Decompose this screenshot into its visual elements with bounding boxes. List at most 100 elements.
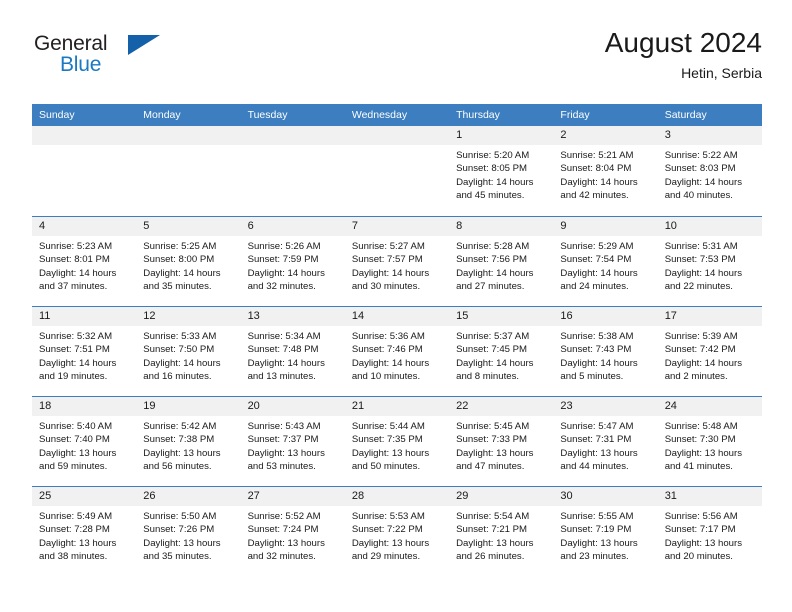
day-sun-info: Sunrise: 5:32 AM Sunset: 7:51 PM Daylight:…	[32, 326, 136, 384]
day-sun-info: Sunrise: 5:39 AM Sunset: 7:42 PM Daylight:…	[658, 326, 762, 384]
page-subtitle: Hetin, Serbia	[681, 65, 762, 81]
day-cell[interactable]: 31 Sunrise: 5:56 AM Sunset: 7:17 PM Dayligh…	[657, 487, 762, 576]
day-cell[interactable]: 22 Sunrise: 5:45 AM Sunset: 7:33 PM Dayligh…	[449, 397, 554, 486]
day-cell[interactable]: 24 Sunrise: 5:48 AM Sunset: 7:30 PM Dayligh…	[657, 397, 762, 486]
daylight-text-line1: Daylight: 14 hours	[351, 357, 430, 369]
day-cell[interactable]: 7 Sunrise: 5:27 AM Sunset: 7:57 PM Daylight…	[344, 217, 450, 306]
day-number: 18	[39, 400, 52, 412]
day-sun-info: Sunrise: 5:53 AM Sunset: 7:22 PM Daylight:…	[345, 506, 449, 564]
day-number-strip: 28	[344, 487, 450, 506]
daylight-text-line1: Daylight: 14 hours	[560, 357, 638, 369]
day-sun-info: Sunrise: 5:49 AM Sunset: 7:28 PM Daylight:…	[32, 506, 136, 564]
sunset-text: Sunset: 7:42 PM	[664, 344, 736, 356]
daylight-text-line2: and 13 minutes.	[247, 371, 316, 383]
calendar-body: 1 Sunrise: 5:20 AM Sunset: 8:05 PM Daylight…	[32, 126, 762, 576]
day-number-strip: 9	[553, 217, 658, 236]
daylight-text-line1: Daylight: 14 hours	[247, 357, 325, 369]
day-cell[interactable]: 20 Sunrise: 5:43 AM Sunset: 7:37 PM Dayligh…	[240, 397, 345, 486]
day-cell[interactable]: 29 Sunrise: 5:54 AM Sunset: 7:21 PM Dayligh…	[449, 487, 554, 576]
sunset-text: Sunset: 7:51 PM	[39, 344, 110, 356]
day-number-strip: 26	[136, 487, 241, 506]
day-cell[interactable]: 3 Sunrise: 5:22 AM Sunset: 8:03 PM Daylight…	[657, 126, 762, 216]
day-cell[interactable]: 4 Sunrise: 5:23 AM Sunset: 8:01 PM Daylight…	[32, 217, 137, 306]
daylight-text-line1: Daylight: 14 hours	[247, 267, 325, 279]
sunrise-text: Sunrise: 5:29 AM	[560, 241, 634, 252]
daylight-text-line1: Daylight: 13 hours	[39, 447, 117, 459]
day-cell[interactable]: 30 Sunrise: 5:55 AM Sunset: 7:19 PM Dayligh…	[553, 487, 658, 576]
day-cell[interactable]: 25 Sunrise: 5:49 AM Sunset: 7:28 PM Dayligh…	[32, 487, 137, 576]
day-number-strip: 1	[449, 126, 554, 145]
day-sun-info: Sunrise: 5:40 AM Sunset: 7:40 PM Daylight:…	[32, 416, 136, 474]
day-number: 12	[143, 310, 156, 322]
day-cell[interactable]: 19 Sunrise: 5:42 AM Sunset: 7:38 PM Dayligh…	[136, 397, 241, 486]
daylight-text-line1: Daylight: 14 hours	[560, 267, 638, 279]
daylight-text-line2: and 45 minutes.	[456, 190, 525, 202]
sunset-text: Sunset: 7:33 PM	[456, 434, 528, 446]
day-cell[interactable]: 13 Sunrise: 5:34 AM Sunset: 7:48 PM Dayligh…	[240, 307, 345, 396]
day-number: 22	[456, 400, 469, 412]
daylight-text-line2: and 37 minutes.	[39, 281, 108, 293]
sunset-text: Sunset: 7:38 PM	[143, 434, 215, 446]
day-cell[interactable]: 11 Sunrise: 5:32 AM Sunset: 7:51 PM Dayligh…	[32, 307, 137, 396]
sunset-text: Sunset: 7:31 PM	[560, 434, 632, 446]
sunrise-text: Sunrise: 5:39 AM	[664, 331, 738, 342]
day-cell[interactable]: 18 Sunrise: 5:40 AM Sunset: 7:40 PM Dayligh…	[32, 397, 137, 486]
day-number: 4	[39, 220, 46, 232]
sunset-text: Sunset: 7:43 PM	[560, 344, 632, 356]
sunrise-text: Sunrise: 5:47 AM	[560, 421, 634, 432]
day-cell[interactable]: 26 Sunrise: 5:50 AM Sunset: 7:26 PM Dayligh…	[136, 487, 241, 576]
page-title: August 2024	[604, 27, 762, 58]
sunset-text: Sunset: 7:56 PM	[456, 254, 528, 266]
weekday-header-saturday: Saturday	[664, 109, 707, 121]
day-cell[interactable]: 14 Sunrise: 5:36 AM Sunset: 7:46 PM Dayligh…	[344, 307, 450, 396]
day-cell[interactable]: 28 Sunrise: 5:53 AM Sunset: 7:22 PM Dayligh…	[344, 487, 450, 576]
day-cell[interactable]: 9 Sunrise: 5:29 AM Sunset: 7:54 PM Daylight…	[553, 217, 658, 306]
day-cell[interactable]: 2 Sunrise: 5:21 AM Sunset: 8:04 PM Daylight…	[553, 126, 658, 216]
day-number-strip: 25	[32, 487, 137, 506]
day-cell[interactable]: 6 Sunrise: 5:26 AM Sunset: 7:59 PM Daylight…	[240, 217, 345, 306]
calendar-week-row: 18 Sunrise: 5:40 AM Sunset: 7:40 PM Dayligh…	[32, 396, 762, 486]
day-sun-info: Sunrise: 5:28 AM Sunset: 7:56 PM Daylight:…	[449, 236, 553, 294]
day-number-strip: 7	[344, 217, 450, 236]
daylight-text-line2: and 5 minutes.	[560, 371, 624, 383]
day-cell[interactable]: 8 Sunrise: 5:28 AM Sunset: 7:56 PM Daylight…	[449, 217, 554, 306]
brand-logo[interactable]: General Blue	[32, 32, 162, 88]
daylight-text-line1: Daylight: 14 hours	[560, 176, 638, 188]
daylight-text-line2: and 40 minutes.	[664, 190, 733, 202]
day-cell[interactable]: 21 Sunrise: 5:44 AM Sunset: 7:35 PM Dayligh…	[344, 397, 450, 486]
day-sun-info: Sunrise: 5:56 AM Sunset: 7:17 PM Daylight:…	[658, 506, 762, 564]
sunset-text: Sunset: 7:48 PM	[247, 344, 319, 356]
weekday-header-row: Sunday Monday Tuesday Wednesday Thursday Frid…	[32, 104, 762, 126]
sunrise-text: Sunrise: 5:25 AM	[143, 241, 217, 252]
day-cell[interactable]: 27 Sunrise: 5:52 AM Sunset: 7:24 PM Dayligh…	[240, 487, 345, 576]
day-cell[interactable]: 5 Sunrise: 5:25 AM Sunset: 8:00 PM Daylight…	[136, 217, 241, 306]
daylight-text-line2: and 56 minutes.	[143, 461, 212, 473]
day-sun-info: Sunrise: 5:43 AM Sunset: 7:37 PM Daylight:…	[241, 416, 345, 474]
day-cell[interactable]: 17 Sunrise: 5:39 AM Sunset: 7:42 PM Dayligh…	[657, 307, 762, 396]
daylight-text-line1: Daylight: 13 hours	[456, 537, 534, 549]
daylight-text-line2: and 32 minutes.	[247, 281, 316, 293]
daylight-text-line2: and 42 minutes.	[560, 190, 629, 202]
daylight-text-line1: Daylight: 13 hours	[247, 537, 325, 549]
day-number-strip: 18	[32, 397, 137, 416]
weekday-header-monday: Monday	[143, 109, 181, 121]
day-number-strip: 16	[553, 307, 658, 326]
day-number: 28	[351, 490, 365, 502]
day-cell[interactable]: 1 Sunrise: 5:20 AM Sunset: 8:05 PM Daylight…	[449, 126, 554, 216]
day-number: 6	[247, 220, 254, 232]
day-cell[interactable]: 23 Sunrise: 5:47 AM Sunset: 7:31 PM Dayligh…	[553, 397, 658, 486]
day-sun-info: Sunrise: 5:33 AM Sunset: 7:50 PM Daylight:…	[136, 326, 240, 384]
sunrise-text: Sunrise: 5:40 AM	[39, 421, 113, 432]
day-cell[interactable]: 16 Sunrise: 5:38 AM Sunset: 7:43 PM Dayligh…	[553, 307, 658, 396]
day-number: 16	[560, 310, 573, 322]
day-number: 14	[351, 310, 365, 322]
day-cell-empty	[32, 126, 137, 216]
sunset-text: Sunset: 7:37 PM	[247, 434, 319, 446]
day-number: 24	[664, 400, 677, 412]
day-cell[interactable]: 12 Sunrise: 5:33 AM Sunset: 7:50 PM Dayligh…	[136, 307, 241, 396]
calendar-week-row: 11 Sunrise: 5:32 AM Sunset: 7:51 PM Dayligh…	[32, 306, 762, 396]
sunrise-text: Sunrise: 5:34 AM	[247, 331, 321, 342]
day-cell[interactable]: 15 Sunrise: 5:37 AM Sunset: 7:45 PM Dayligh…	[449, 307, 554, 396]
sunrise-text: Sunrise: 5:50 AM	[143, 511, 217, 522]
day-cell[interactable]: 10 Sunrise: 5:31 AM Sunset: 7:53 PM Dayligh…	[657, 217, 762, 306]
